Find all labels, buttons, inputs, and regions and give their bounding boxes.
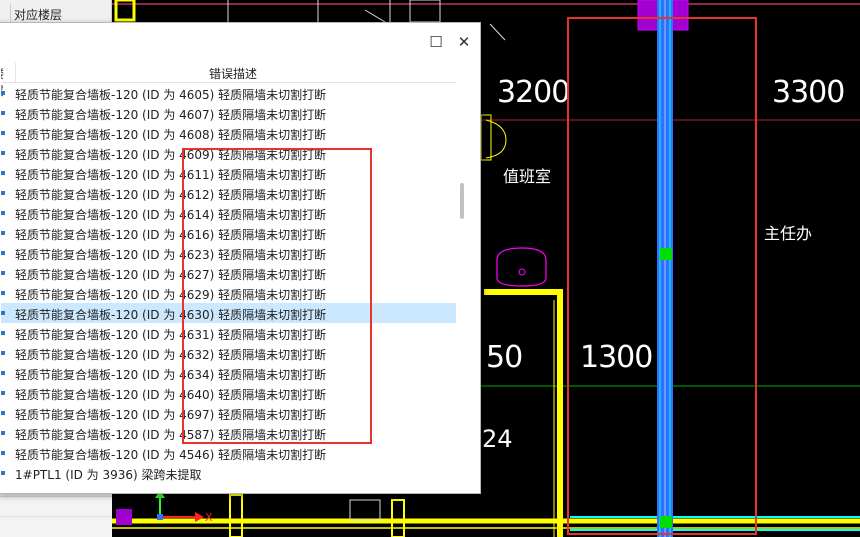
dimension-label: 3200 bbox=[497, 75, 570, 110]
room-label: 主任办 bbox=[764, 224, 813, 243]
row-marker-icon bbox=[1, 331, 5, 335]
row-marker-icon bbox=[1, 471, 5, 475]
maximize-icon[interactable]: ☐ bbox=[426, 32, 446, 52]
list-header: 楼层 错误描述 bbox=[1, 63, 456, 98]
row-marker-icon bbox=[1, 411, 5, 415]
row-marker-icon bbox=[1, 191, 5, 195]
dimension-label: 3300 bbox=[772, 75, 845, 110]
dimension-label: 24 bbox=[482, 425, 513, 453]
row-marker-icon bbox=[1, 391, 5, 395]
dialog-titlebar[interactable]: ☐ ✕ bbox=[0, 23, 480, 61]
close-icon[interactable]: ✕ bbox=[454, 32, 474, 52]
error-description: 轻质节能复合墙板-120 (ID 为 4546) 轻质隔墙未切割打断 bbox=[15, 448, 327, 462]
list-item[interactable]: 轻质节能复合墙板-120 (ID 为 4608) 轻质隔墙未切割打断 bbox=[1, 123, 456, 143]
row-marker-icon bbox=[1, 211, 5, 215]
row-marker-icon bbox=[1, 91, 5, 95]
row-marker-icon bbox=[1, 431, 5, 435]
row-marker-icon bbox=[1, 111, 5, 115]
row-marker-icon bbox=[1, 451, 5, 455]
row-marker-icon bbox=[1, 371, 5, 375]
column-header-error-description[interactable]: 错误描述 bbox=[209, 65, 257, 82]
error-description: 轻质节能复合墙板-120 (ID 为 4608) 轻质隔墙未切割打断 bbox=[15, 128, 327, 142]
row-marker-icon bbox=[1, 231, 5, 235]
highlight-box-cad bbox=[567, 17, 757, 535]
error-description: 1#PTL1 (ID 为 3936) 梁跨未提取 bbox=[15, 468, 202, 482]
row-marker-icon bbox=[1, 311, 5, 315]
error-description: 轻质节能复合墙板-120 (ID 为 4605) 轻质隔墙未切割打断 bbox=[15, 88, 327, 102]
row-marker-icon bbox=[1, 271, 5, 275]
row-marker-icon bbox=[1, 251, 5, 255]
row-marker-icon bbox=[1, 351, 5, 355]
list-item[interactable]: 轻质节能复合墙板-120 (ID 为 4605) 轻质隔墙未切割打断 bbox=[1, 83, 456, 103]
row-marker-icon bbox=[1, 131, 5, 135]
room-label: 值班室 bbox=[503, 167, 552, 186]
highlight-box-ids bbox=[182, 148, 372, 444]
row-marker-icon bbox=[1, 171, 5, 175]
list-item[interactable]: 轻质节能复合墙板-120 (ID 为 4546) 轻质隔墙未切割打断 bbox=[1, 443, 456, 463]
error-description: 轻质节能复合墙板-120 (ID 为 4607) 轻质隔墙未切割打断 bbox=[15, 108, 327, 122]
list-item[interactable]: 1#PTL1 (ID 为 3936) 梁跨未提取 bbox=[1, 463, 456, 483]
dimension-label: 50 bbox=[486, 340, 523, 375]
row-marker-icon bbox=[1, 151, 5, 155]
list-item[interactable]: 轻质节能复合墙板-120 (ID 为 4607) 轻质隔墙未切割打断 bbox=[1, 103, 456, 123]
floor-tab-label: 对应楼层 bbox=[14, 8, 63, 22]
axis-x-label: X bbox=[205, 511, 213, 524]
list-scrollbar[interactable] bbox=[458, 83, 466, 483]
scrollbar-thumb[interactable] bbox=[460, 183, 464, 219]
row-marker-icon bbox=[1, 291, 5, 295]
